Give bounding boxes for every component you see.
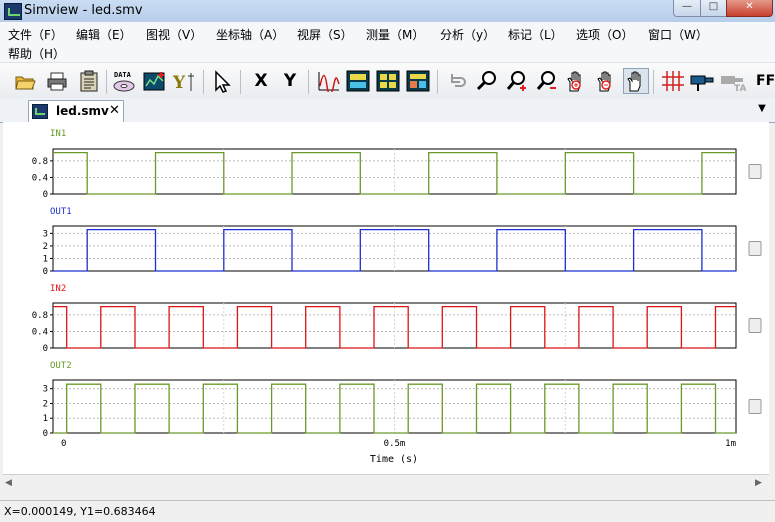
tab-close-icon[interactable]: ✕ — [109, 103, 120, 118]
menu-help[interactable]: 帮助（H） — [8, 45, 65, 62]
zoom-in-icon[interactable] — [504, 68, 530, 94]
clipboard-icon[interactable] — [76, 68, 102, 94]
pan-hand-icon[interactable] — [623, 68, 649, 94]
menu-bar: 文件（F） 编辑（E） 图视（V） 坐标轴（A） 视屏（S） 测量（M） 分析（… — [0, 22, 775, 62]
x-tick-label: 1m — [725, 439, 736, 449]
y-tick-label: 0.4 — [32, 327, 48, 337]
y-tick-label: 3 — [43, 385, 48, 395]
panel-scroll-thumb — [748, 164, 762, 179]
y-tick-label: 0.8 — [32, 157, 48, 167]
series-label-out1: OUT1 — [50, 207, 72, 217]
waveform-plots: IN10.80.40OUT13210IN20.80.40OUT232100 0.5… — [32, 129, 762, 465]
y-tick-label: 2 — [43, 242, 48, 252]
status-bar: X=0.000149, Y1=0.683464 — [0, 500, 775, 522]
y-cursor-icon[interactable]: Y — [171, 68, 197, 94]
zoom-out-icon[interactable] — [534, 68, 560, 94]
menu-view[interactable]: 图视（V） — [146, 26, 202, 43]
waveform-icon[interactable] — [316, 68, 342, 94]
y-tick-label: 0 — [43, 429, 48, 439]
y-tick-label: 1 — [43, 414, 48, 424]
document-tab-strip: led.smv ✕ ▼ — [0, 98, 775, 123]
app-icon — [4, 3, 22, 20]
y-tick-label: 0 — [43, 344, 48, 354]
y-tick-label: 2 — [43, 399, 48, 409]
data-disk-icon[interactable]: DATA — [111, 68, 137, 94]
tab-dropdown-icon[interactable]: ▼ — [755, 102, 769, 116]
pointer-icon[interactable] — [210, 68, 236, 94]
x-tick-label: 0 — [61, 439, 66, 449]
panel-scroll-thumb — [748, 241, 762, 256]
x-axis-title: Time (s) — [370, 454, 418, 465]
scroll-left-icon[interactable]: ◀ — [5, 478, 12, 488]
panel-scroll-thumb — [748, 399, 762, 414]
y-tick-label: 0 — [43, 190, 48, 200]
data-label: DATA — [114, 71, 132, 79]
menu-marker[interactable]: 标记（L） — [508, 26, 563, 43]
x-axis-button[interactable]: X — [248, 68, 274, 94]
layout-grid-icon[interactable] — [405, 68, 431, 94]
close-button[interactable]: ✕ — [726, 0, 773, 17]
open-folder-icon[interactable] — [12, 68, 38, 94]
tool-disabled-icon[interactable]: TA — [720, 68, 746, 94]
menu-measure[interactable]: 测量（M） — [366, 26, 424, 43]
menu-window[interactable]: 窗口（W） — [648, 26, 708, 43]
ff-button[interactable]: FF — [756, 68, 775, 94]
graph-add-icon[interactable] — [142, 68, 168, 94]
waveform-view: IN1 0.8 0.4 0 OUT1 3 2 1 0 IN2 0.8 0.4 0 OUT2 3 2 1 0 0 0.5… — [3, 122, 769, 490]
print-icon[interactable] — [44, 68, 70, 94]
y-axis-button[interactable]: Y — [277, 68, 303, 94]
menu-axis[interactable]: 坐标轴（A） — [216, 26, 284, 43]
svg-text:TA: TA — [734, 84, 746, 92]
svg-text:Y: Y — [172, 73, 186, 93]
panel-scroll-thumb — [748, 318, 762, 333]
y-tick-label: 0 — [43, 267, 48, 277]
undo-zoom-icon[interactable] — [444, 68, 470, 94]
x-tick-label: 0.5m — [384, 439, 406, 449]
pan-remove-icon[interactable] — [593, 68, 619, 94]
y-tick-label: 1 — [43, 254, 48, 264]
menu-file[interactable]: 文件（F） — [8, 26, 63, 43]
zoom-icon[interactable] — [474, 68, 500, 94]
tab-led-smv[interactable]: led.smv ✕ — [28, 100, 124, 122]
quad-grid-icon[interactable] — [375, 68, 401, 94]
maximize-button[interactable]: □ — [700, 0, 727, 17]
menu-options[interactable]: 选项（O） — [576, 26, 633, 43]
marker-grid-icon[interactable] — [660, 68, 686, 94]
y-tick-label: 0.8 — [32, 311, 48, 321]
tab-label: led.smv — [56, 104, 109, 118]
title-bar: Simview - led.smv — □ ✕ — [0, 0, 775, 23]
toolbar: DATA Y X Y TA FF — [0, 62, 775, 100]
document-icon — [32, 104, 48, 119]
pan-add-icon[interactable] — [563, 68, 589, 94]
y-tick-label: 3 — [43, 229, 48, 239]
window-title: Simview - led.smv — [24, 3, 143, 18]
probe-icon[interactable] — [690, 68, 716, 94]
single-grid-icon[interactable] — [345, 68, 371, 94]
minimize-button[interactable]: — — [673, 0, 701, 17]
menu-screen[interactable]: 视屏（S） — [297, 26, 353, 43]
scroll-right-icon[interactable]: ▶ — [755, 478, 762, 488]
cursor-readout: X=0.000149, Y1=0.683464 — [4, 505, 156, 518]
series-label-in2: IN2 — [50, 284, 66, 294]
y-tick-label: 0.4 — [32, 173, 48, 183]
series-label-in1: IN1 — [50, 129, 66, 139]
menu-edit[interactable]: 编辑（E） — [76, 26, 132, 43]
menu-analysis[interactable]: 分析（y） — [440, 26, 495, 43]
series-label-out2: OUT2 — [50, 361, 72, 371]
horizontal-scrollbar[interactable]: ◀ ▶ — [3, 474, 769, 491]
plot-frame — [52, 302, 737, 349]
